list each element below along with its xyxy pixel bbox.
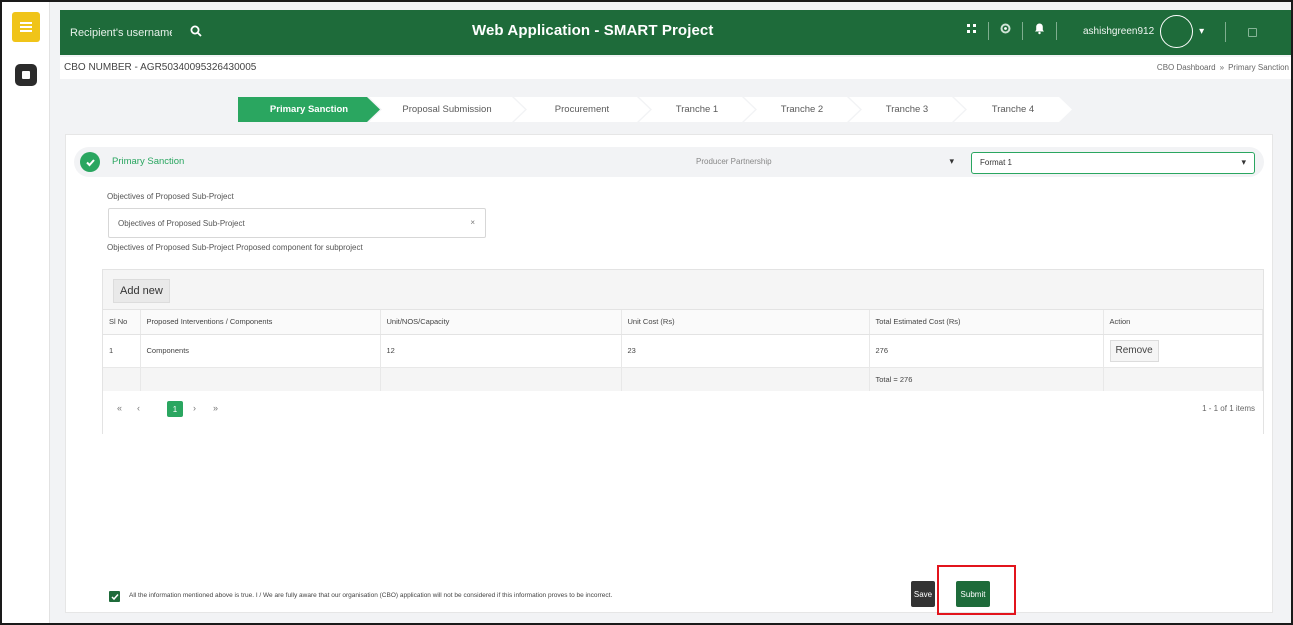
top-bar: Web Application - SMART Project ashishgr…	[60, 10, 1291, 55]
chevron-down-icon[interactable]: ▾	[1199, 26, 1204, 37]
bell-icon[interactable]	[1033, 22, 1046, 40]
menu-icon[interactable]	[12, 12, 40, 42]
divider	[1056, 22, 1057, 40]
submit-highlight-box	[937, 565, 1016, 615]
agreement-text: All the information mentioned above is t…	[129, 592, 613, 599]
check-icon	[80, 152, 100, 172]
components-table: Sl No Proposed Interventions / Component…	[103, 310, 1263, 392]
cell-total: 276	[869, 334, 1104, 368]
total-row: Total = 276	[103, 367, 1263, 392]
cell-unit-cost[interactable]: 23	[621, 334, 870, 368]
cell-action: Remove	[1103, 334, 1263, 368]
objectives-select-value: Objectives of Proposed Sub-Project	[118, 219, 245, 228]
left-rail	[2, 2, 50, 623]
avatar[interactable]	[1160, 15, 1194, 48]
column-header[interactable]: Proposed Interventions / Components	[140, 310, 381, 335]
main-card: Primary Sanction Producer Partnership ▾ …	[65, 134, 1273, 613]
app-frame: Web Application - SMART Project ashishgr…	[0, 0, 1293, 625]
remove-button[interactable]: Remove	[1109, 339, 1159, 362]
page-number-button[interactable]: 1	[167, 401, 183, 417]
producer-select-value: Producer Partnership	[696, 157, 772, 166]
cell-component[interactable]: Components	[140, 334, 381, 368]
grid-icon[interactable]	[965, 22, 978, 40]
chevron-down-icon: ▾	[1241, 157, 1246, 167]
settings-icon[interactable]	[999, 22, 1012, 40]
prev-page-button[interactable]: ‹	[137, 403, 140, 413]
breadcrumb: CBO Dashboard » Primary Sanction	[1157, 63, 1289, 72]
cbo-number: CBO NUMBER - AGR50340095326430005	[64, 62, 257, 73]
save-button[interactable]: Save	[911, 581, 935, 607]
clear-icon[interactable]: ×	[470, 218, 475, 227]
divider	[988, 22, 989, 40]
objectives-hint: Objectives of Proposed Sub-Project Propo…	[107, 243, 363, 252]
pager-info: 1 - 1 of 1 items	[1202, 404, 1255, 413]
total-label: Total = 276	[869, 367, 1104, 392]
producer-select[interactable]: Producer Partnership ▾	[688, 152, 962, 173]
objectives-label: Objectives of Proposed Sub-Project	[107, 192, 234, 201]
search-input[interactable]	[70, 21, 172, 44]
header-icons	[965, 22, 1057, 40]
breadcrumb-separator: »	[1219, 63, 1225, 72]
search-icon[interactable]	[190, 24, 202, 42]
user-menu[interactable]: ashishgreen912 ▾	[1083, 15, 1204, 48]
step-tranche-1[interactable]: Tranche 1	[639, 97, 755, 122]
column-header[interactable]: Unit/NOS/Capacity	[380, 310, 622, 335]
objectives-select[interactable]: Objectives of Proposed Sub-Project ×	[108, 208, 486, 238]
step-proposal-submission[interactable]: Proposal Submission	[369, 97, 525, 122]
column-header: Action	[1103, 310, 1263, 335]
last-page-button[interactable]: »	[213, 403, 218, 413]
table-row: 1 Components 12 23 276 Remove	[103, 334, 1263, 368]
cell-unit[interactable]: 12	[380, 334, 622, 368]
step-tranche-2[interactable]: Tranche 2	[744, 97, 860, 122]
cell-sl-no: 1	[103, 334, 141, 368]
wizard-steps: Primary Sanction Proposal Submission Pro…	[238, 97, 1061, 122]
step-primary-sanction[interactable]: Primary Sanction	[238, 97, 380, 122]
column-header[interactable]: Total Estimated Cost (Rs)	[869, 310, 1104, 335]
step-tranche-3[interactable]: Tranche 3	[849, 97, 965, 122]
next-page-button[interactable]: ›	[193, 403, 196, 413]
components-grid: Add new Sl No Proposed Interventions / C…	[102, 269, 1264, 434]
divider	[1022, 22, 1023, 40]
sub-header: CBO NUMBER - AGR50340095326430005 CBO Da…	[60, 57, 1291, 79]
first-page-button[interactable]: «	[117, 403, 122, 413]
app-icon[interactable]	[15, 64, 37, 86]
grid-toolbar: Add new	[103, 270, 1263, 310]
agreement-checkbox[interactable]	[109, 591, 120, 602]
section-title: Primary Sanction	[112, 156, 185, 167]
step-procurement[interactable]: Procurement	[514, 97, 650, 122]
step-tranche-4[interactable]: Tranche 4	[954, 97, 1072, 122]
format-select-value: Format 1	[980, 158, 1013, 167]
search-bar	[70, 18, 202, 47]
window-icon[interactable]	[1248, 28, 1257, 37]
breadcrumb-item[interactable]: CBO Dashboard	[1157, 63, 1216, 72]
column-header[interactable]: Sl No	[103, 310, 141, 335]
chevron-down-icon: ▾	[949, 156, 954, 166]
format-select[interactable]: Format 1 ▾	[971, 152, 1255, 174]
app-title: Web Application - SMART Project	[472, 22, 714, 39]
column-header[interactable]: Unit Cost (Rs)	[621, 310, 870, 335]
divider	[1225, 22, 1226, 42]
section-header: Primary Sanction Producer Partnership ▾ …	[74, 147, 1264, 177]
pager: « ‹ 1 › » 1 - 1 of 1 items	[103, 391, 1263, 434]
username: ashishgreen912	[1083, 26, 1155, 37]
add-new-button[interactable]: Add new	[113, 279, 170, 303]
breadcrumb-item: Primary Sanction	[1228, 63, 1289, 72]
table-header-row: Sl No Proposed Interventions / Component…	[103, 310, 1263, 335]
